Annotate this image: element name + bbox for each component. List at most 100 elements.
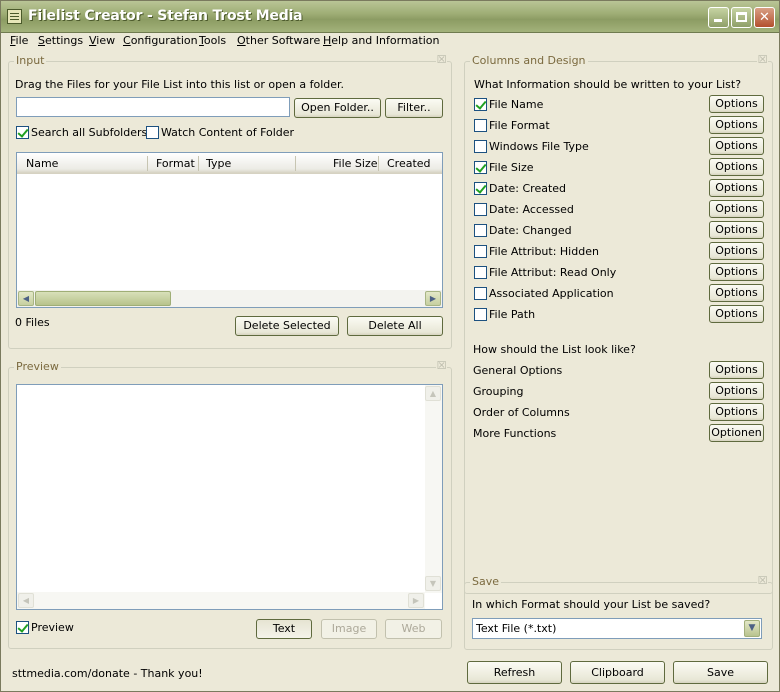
chevron-down-icon[interactable]: ▼ — [744, 620, 760, 637]
save-group: Save — [464, 575, 773, 650]
preview-image-button[interactable]: Image — [321, 619, 377, 639]
menu-configuration[interactable]: Configuration — [123, 34, 198, 47]
open-folder-button[interactable]: Open Folder.. — [294, 98, 381, 118]
scroll-thumb[interactable] — [35, 291, 171, 306]
scroll-down-icon[interactable]: ▼ — [425, 576, 441, 591]
look-question: How should the List look like? — [473, 343, 636, 356]
column-divider[interactable] — [295, 156, 296, 171]
preview-area[interactable]: ▲ ▼ ◀ ▶ — [16, 384, 443, 610]
field-label: File Format — [489, 119, 550, 132]
field-checkbox[interactable] — [474, 161, 487, 174]
scroll-right-icon[interactable]: ▶ — [408, 593, 424, 608]
minimize-button[interactable] — [708, 7, 729, 28]
field-checkbox[interactable] — [474, 182, 487, 195]
field-checkbox[interactable] — [474, 266, 487, 279]
app-list-icon[interactable] — [7, 9, 22, 24]
menu-tools[interactable]: Tools — [199, 34, 226, 47]
column-format[interactable]: Format — [156, 157, 195, 170]
column-divider[interactable] — [198, 156, 199, 171]
format-select[interactable]: Text File (*.txt) ▼ — [472, 618, 762, 639]
file-list[interactable]: Name Format Type File Size Created ◀ ▶ — [16, 152, 443, 308]
field-options-button[interactable]: Options — [709, 305, 764, 323]
search-subfolders-checkbox[interactable] — [16, 126, 29, 139]
preview-hscroll[interactable]: ◀ ▶ — [17, 592, 425, 609]
delete-all-button[interactable]: Delete All — [347, 316, 443, 336]
field-checkbox[interactable] — [474, 245, 487, 258]
filter-button[interactable]: Filter.. — [385, 98, 443, 118]
format-select-value: Text File (*.txt) — [476, 622, 557, 635]
field-label: Windows File Type — [489, 140, 589, 153]
look-item-label: Grouping — [473, 385, 524, 398]
field-checkbox[interactable] — [474, 119, 487, 132]
preview-web-button[interactable]: Web — [385, 619, 442, 639]
save-close-icon[interactable] — [757, 576, 768, 587]
field-checkbox[interactable] — [474, 140, 487, 153]
field-checkbox[interactable] — [474, 287, 487, 300]
field-options-button[interactable]: Options — [709, 221, 764, 239]
field-options-button[interactable]: Options — [709, 158, 764, 176]
look-options-button[interactable]: Options — [709, 403, 764, 421]
look-options-button[interactable]: Options — [709, 361, 764, 379]
field-options-button[interactable]: Options — [709, 179, 764, 197]
watch-content-checkbox[interactable] — [146, 126, 159, 139]
field-options-button[interactable]: Options — [709, 263, 764, 281]
preview-close-icon[interactable] — [436, 361, 447, 372]
menu-help[interactable]: Help and Information — [323, 34, 439, 47]
field-label: File Name — [489, 98, 544, 111]
field-options-button[interactable]: Options — [709, 284, 764, 302]
menu-view[interactable]: View — [89, 34, 115, 47]
field-label: File Size — [489, 161, 534, 174]
file-list-hscroll[interactable]: ◀ ▶ — [17, 290, 442, 307]
field-label: Date: Accessed — [489, 203, 574, 216]
menu-file[interactable]: File — [10, 34, 28, 47]
preview-checkbox-label: Preview — [31, 621, 74, 634]
column-created[interactable]: Created — [387, 157, 431, 170]
preview-vscroll[interactable]: ▲ ▼ — [425, 385, 442, 593]
title-bar[interactable]: Filelist Creator - Stefan Trost Media ✕ — [1, 1, 779, 33]
preview-text-button[interactable]: Text — [256, 619, 312, 639]
input-close-icon[interactable] — [436, 55, 447, 66]
search-subfolders-label: Search all Subfolders — [31, 126, 148, 139]
column-divider[interactable] — [147, 156, 148, 171]
preview-checkbox[interactable] — [16, 621, 29, 634]
preview-group-title: Preview — [14, 360, 61, 373]
window-title: Filelist Creator - Stefan Trost Media — [28, 8, 303, 24]
field-label: Date: Created — [489, 182, 567, 195]
column-type[interactable]: Type — [206, 157, 231, 170]
field-label: File Attribut: Read Only — [489, 266, 617, 279]
field-options-button[interactable]: Options — [709, 95, 764, 113]
app-window: Filelist Creator - Stefan Trost Media ✕ … — [0, 0, 780, 692]
folder-path-input[interactable] — [16, 97, 290, 117]
scroll-up-icon[interactable]: ▲ — [425, 386, 441, 401]
field-checkbox[interactable] — [474, 203, 487, 216]
field-options-button[interactable]: Options — [709, 137, 764, 155]
menu-other-software[interactable]: Other Software — [237, 34, 320, 47]
look-options-button[interactable]: Optionen — [709, 424, 764, 442]
delete-selected-button[interactable]: Delete Selected — [235, 316, 339, 336]
input-instruction: Drag the Files for your File List into t… — [15, 78, 345, 91]
field-options-button[interactable]: Options — [709, 116, 764, 134]
columns-design-close-icon[interactable] — [757, 55, 768, 66]
clipboard-button[interactable]: Clipboard — [570, 661, 665, 684]
column-file-size[interactable]: File Size — [333, 157, 377, 170]
save-button[interactable]: Save — [673, 661, 768, 684]
input-group-title: Input — [14, 54, 47, 67]
field-options-button[interactable]: Options — [709, 200, 764, 218]
look-item-label: General Options — [473, 364, 563, 377]
field-checkbox[interactable] — [474, 308, 487, 321]
save-question: In which Format should your List be save… — [472, 598, 711, 611]
maximize-button[interactable] — [731, 7, 752, 28]
refresh-button[interactable]: Refresh — [467, 661, 562, 684]
scroll-left-icon[interactable]: ◀ — [18, 593, 34, 608]
scroll-right-icon[interactable]: ▶ — [425, 291, 441, 306]
menu-settings[interactable]: Settings — [38, 34, 83, 47]
column-name[interactable]: Name — [26, 157, 58, 170]
close-button[interactable]: ✕ — [754, 7, 775, 28]
field-options-button[interactable]: Options — [709, 242, 764, 260]
menu-bar: File Settings View Configuration Tools O… — [1, 33, 779, 51]
column-divider[interactable] — [378, 156, 379, 171]
look-options-button[interactable]: Options — [709, 382, 764, 400]
field-checkbox[interactable] — [474, 224, 487, 237]
scroll-left-icon[interactable]: ◀ — [18, 291, 34, 306]
field-checkbox[interactable] — [474, 98, 487, 111]
